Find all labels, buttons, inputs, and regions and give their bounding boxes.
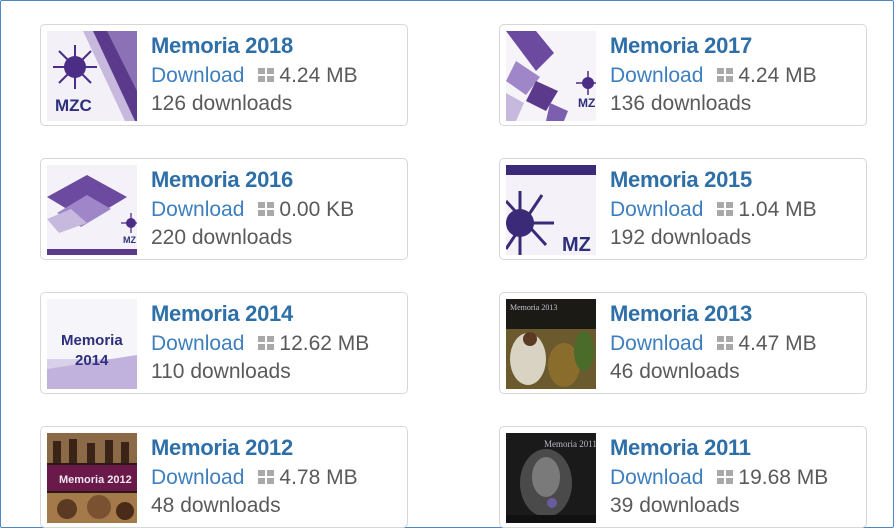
download-count: 46 downloads (610, 360, 740, 383)
download-link[interactable]: Download (610, 198, 703, 221)
cover-text: MZ (123, 235, 136, 245)
document-thumbnail[interactable]: Memoria 2012 (47, 433, 137, 523)
download-link[interactable]: Download (151, 466, 244, 489)
document-title[interactable]: Memoria 2015 (610, 167, 858, 193)
file-grid-icon (717, 331, 734, 350)
document-card: MZC Memoria 2018 Download 4.24 MB 126 dow… (40, 24, 408, 126)
document-title[interactable]: Memoria 2014 (151, 301, 399, 327)
download-link[interactable]: Download (151, 64, 244, 87)
document-card: MZ Memoria 2016 Download 0.00 KB 220 down… (40, 158, 408, 260)
document-title[interactable]: Memoria 2011 (610, 435, 858, 461)
cover-text: MZ (578, 96, 595, 110)
document-thumbnail[interactable]: MZ (506, 31, 596, 121)
document-card: Memoria 2013 Memoria 2013 Download 4.47 M… (499, 292, 867, 394)
file-size: 4.78 MB (279, 466, 358, 489)
document-thumbnail[interactable]: Memoria 2011 (506, 433, 596, 523)
file-size: 19.68 MB (738, 466, 829, 489)
document-card: Memoria 2014 Memoria 2014 Download 12.62 … (40, 292, 408, 394)
download-count: 192 downloads (610, 226, 752, 249)
cover-2015-image: MZ (506, 165, 596, 255)
file-grid-icon (717, 197, 734, 216)
file-size: 4.24 MB (738, 64, 817, 87)
file-grid-icon (258, 465, 275, 484)
document-title[interactable]: Memoria 2016 (151, 167, 399, 193)
cover-2017-image: MZ (506, 31, 596, 121)
cover-2018-image: MZC (47, 31, 137, 121)
document-thumbnail[interactable]: Memoria 2014 (47, 299, 137, 389)
download-count: 48 downloads (151, 494, 281, 517)
download-count: 136 downloads (610, 92, 752, 115)
cover-text: Memoria (61, 332, 123, 349)
document-thumbnail[interactable]: MZ (47, 165, 137, 255)
download-count: 220 downloads (151, 226, 293, 249)
document-card: MZ Memoria 2017 Download 4.24 MB 136 down… (499, 24, 867, 126)
document-card: Memoria 2011 Memoria 2011 Download 19.68 … (499, 426, 867, 528)
document-title[interactable]: Memoria 2018 (151, 33, 399, 59)
download-link[interactable]: Download (151, 332, 244, 355)
file-grid-icon (717, 465, 734, 484)
cover-2012-image: Memoria 2012 (47, 433, 137, 523)
download-link[interactable]: Download (151, 198, 244, 221)
cover-2014-image: Memoria 2014 (47, 299, 137, 389)
cover-2011-image: Memoria 2011 (506, 433, 596, 523)
document-card: Memoria 2012 Memoria 2012 Download 4.78 M… (40, 426, 408, 528)
download-count: 39 downloads (610, 494, 740, 517)
file-size: 1.04 MB (738, 198, 817, 221)
file-size: 4.24 MB (279, 64, 358, 87)
file-grid-icon (258, 63, 275, 82)
download-count: 110 downloads (151, 360, 291, 383)
file-size: 0.00 KB (279, 198, 355, 221)
file-size: 12.62 MB (279, 332, 370, 355)
document-title[interactable]: Memoria 2013 (610, 301, 858, 327)
file-grid-icon (717, 63, 734, 82)
document-title[interactable]: Memoria 2012 (151, 435, 399, 461)
document-thumbnail[interactable]: MZ (506, 165, 596, 255)
cover-2016-image: MZ (47, 165, 137, 255)
document-card: MZ Memoria 2015 Download 1.04 MB 192 down… (499, 158, 867, 260)
file-grid-icon (258, 331, 275, 350)
download-link[interactable]: Download (610, 466, 703, 489)
download-link[interactable]: Download (610, 332, 703, 355)
document-title[interactable]: Memoria 2017 (610, 33, 858, 59)
file-grid-icon (258, 197, 275, 216)
cover-text: Memoria 2013 (510, 303, 557, 312)
cover-text: MZC (55, 96, 92, 115)
cover-2013-image: Memoria 2013 (506, 299, 596, 389)
cover-year: 2014 (75, 352, 109, 369)
download-link[interactable]: Download (610, 64, 703, 87)
document-thumbnail[interactable]: MZC (47, 31, 137, 121)
cover-text: MZ (562, 234, 591, 255)
document-thumbnail[interactable]: Memoria 2013 (506, 299, 596, 389)
cover-text: Memoria 2011 (544, 439, 596, 449)
cover-text: Memoria 2012 (59, 474, 132, 486)
file-size: 4.47 MB (738, 332, 817, 355)
download-count: 126 downloads (151, 92, 293, 115)
